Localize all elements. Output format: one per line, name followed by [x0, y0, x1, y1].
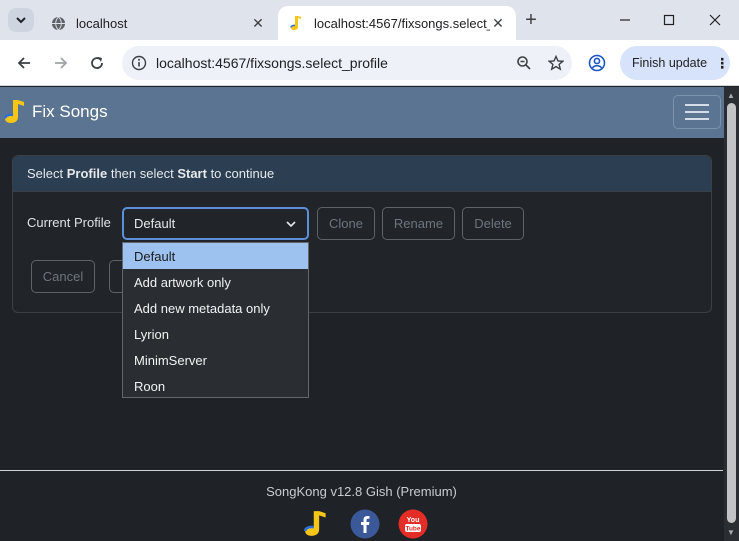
profile-icon[interactable] — [584, 50, 610, 76]
youtube-link[interactable]: You Tube — [398, 509, 428, 539]
brand-title: Fix Songs — [32, 102, 108, 121]
songkong-link[interactable] — [302, 509, 332, 539]
profile-select-value: Default — [134, 216, 176, 231]
chevron-down-icon — [16, 17, 26, 24]
profile-option[interactable]: Roon — [123, 373, 308, 399]
brand[interactable]: Fix Songs — [4, 99, 108, 125]
maximize-icon[interactable] — [649, 6, 689, 34]
tab-title: localhost — [76, 15, 128, 31]
songkong-logo-icon — [304, 511, 326, 536]
minimize-icon[interactable] — [605, 6, 645, 34]
page-scrollbar[interactable]: ▲ ▼ — [724, 87, 739, 541]
music-note-icon — [288, 15, 304, 31]
scroll-down-icon[interactable]: ▼ — [727, 528, 735, 537]
footer-version: SongKong v12.8 Gish (Premium) — [266, 484, 457, 499]
profile-option[interactable]: Lyrion — [123, 321, 308, 347]
close-icon[interactable]: ✕ — [250, 15, 266, 32]
browser-toolbar: localhost:4567/fixsongs.select_profile F… — [0, 40, 739, 86]
finish-update-label: Finish update — [632, 56, 708, 70]
clone-button[interactable]: Clone — [317, 207, 375, 240]
cancel-button[interactable]: Cancel — [31, 260, 95, 293]
tab-fixsongs[interactable]: localhost:4567/fixsongs.select_p ✕ — [278, 6, 516, 40]
songkong-logo-icon — [4, 100, 24, 123]
youtube-icon: You Tube — [398, 509, 428, 539]
finish-update-button[interactable]: Finish update ⋮ — [620, 46, 730, 80]
tab-title: localhost:4567/fixsongs.select_p — [314, 15, 490, 31]
zoom-icon[interactable] — [508, 55, 540, 71]
globe-icon — [50, 15, 66, 31]
card-header: Select Profile then select Start to cont… — [13, 156, 711, 192]
bookmark-star-icon[interactable] — [540, 55, 572, 71]
close-icon[interactable]: ✕ — [490, 15, 506, 32]
profile-option[interactable]: Default — [123, 243, 308, 269]
new-tab-icon[interactable]: + — [520, 10, 542, 32]
chevron-down-icon — [286, 221, 296, 228]
back-arrow-icon[interactable] — [11, 50, 37, 76]
delete-button[interactable]: Delete — [462, 207, 524, 240]
url-text: localhost:4567/fixsongs.select_profile — [156, 55, 388, 71]
site-info-icon[interactable] — [122, 55, 156, 71]
facebook-icon — [350, 509, 380, 539]
scrollbar-thumb[interactable] — [727, 103, 736, 523]
close-window-icon[interactable] — [695, 6, 735, 34]
app-navbar: Fix Songs — [0, 87, 724, 138]
rename-button[interactable]: Rename — [382, 207, 455, 240]
more-menu-icon[interactable]: ⋮ — [715, 55, 729, 72]
profile-option[interactable]: MinimServer — [123, 347, 308, 373]
hamburger-icon — [685, 104, 709, 106]
profile-option[interactable]: Add artwork only — [123, 269, 308, 295]
tab-localhost[interactable]: localhost ✕ — [40, 6, 276, 40]
profile-emphasis: Profile — [66, 166, 108, 181]
facebook-link[interactable] — [350, 509, 380, 539]
profile-dropdown-list: Default Add artwork only Add new metadat… — [122, 242, 309, 398]
profile-select[interactable]: Default — [122, 207, 309, 240]
reload-icon[interactable] — [84, 50, 110, 76]
browser-tab-bar: localhost ✕ localhost:4567/fixsongs.sele… — [0, 0, 739, 40]
tab-search-button[interactable] — [8, 8, 34, 32]
forward-arrow-icon[interactable] — [48, 50, 74, 76]
svg-text:Tube: Tube — [405, 526, 420, 533]
profile-option[interactable]: Add new metadata only — [123, 295, 308, 321]
address-bar[interactable]: localhost:4567/fixsongs.select_profile — [122, 46, 572, 80]
footer-divider — [0, 470, 723, 471]
current-profile-label: Current Profile — [27, 215, 111, 230]
menu-toggle-button[interactable] — [673, 95, 721, 129]
svg-text:You: You — [407, 517, 420, 524]
start-emphasis: Start — [177, 166, 207, 181]
scroll-up-icon[interactable]: ▲ — [727, 91, 735, 100]
